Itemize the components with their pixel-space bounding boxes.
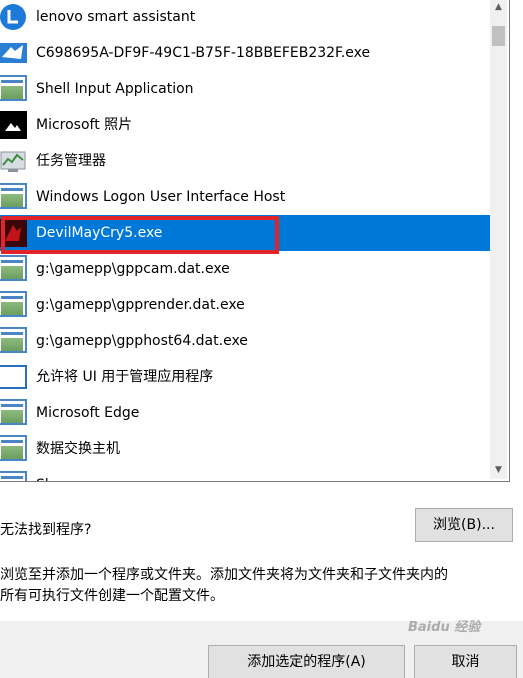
list-item-label: C698695A-DF9F-49C1-B75F-18BBEFEB232F.exe [36, 45, 371, 61]
task-manager-icon [0, 147, 27, 175]
description-line-2: 所有可执行文件创建一个配置文件。 [0, 588, 224, 604]
window-app-icon [0, 435, 27, 463]
list-item-label: g:\gamepp\gpprender.dat.exe [36, 297, 245, 313]
list-item-selected[interactable]: DevilMayCry5.exe [0, 215, 491, 251]
vertical-scrollbar[interactable]: ▲ ▼ [490, 0, 507, 479]
list-item-label: Microsoft 照片 [36, 117, 133, 133]
list-item-label: Sk [36, 467, 53, 481]
baidu-watermark: Baidu 经验 [408, 620, 481, 635]
app-logo-icon [0, 39, 27, 67]
list-item[interactable]: Microsoft Edge [0, 395, 491, 431]
window-app-icon [0, 399, 27, 427]
browse-button[interactable]: 浏览(B)... [415, 508, 513, 542]
cancel-button[interactable]: 取消 [414, 645, 517, 678]
scroll-thumb[interactable] [492, 26, 505, 46]
lenovo-assistant-icon [0, 3, 27, 31]
window-app-icon [0, 75, 27, 103]
list-item[interactable]: 数据交换主机 [0, 431, 491, 467]
list-item-label: 任务管理器 [36, 153, 106, 169]
cannot-find-program-label: 无法找到程序? [0, 522, 92, 538]
list-item[interactable]: 允许将 UI 用于管理应用程序 [0, 359, 491, 395]
window-app-icon [0, 291, 27, 319]
scroll-up-icon[interactable]: ▲ [490, 0, 507, 16]
add-selected-program-button[interactable]: 添加选定的程序(A) [208, 645, 405, 678]
list-item[interactable]: g:\gamepp\gpprender.dat.exe [0, 287, 491, 323]
list-item-label: g:\gamepp\gppcam.dat.exe [36, 261, 230, 277]
list-item-label: Windows Logon User Interface Host [36, 189, 286, 205]
list-item-label: 数据交换主机 [36, 441, 120, 457]
list-item[interactable]: Shell Input Application [0, 71, 491, 107]
photos-icon [0, 111, 27, 139]
list-item[interactable]: Microsoft 照片 [0, 107, 491, 143]
list-item-label: g:\gamepp\gpphost64.dat.exe [36, 333, 248, 349]
list-item-label: lenovo smart assistant [36, 9, 196, 25]
list-item[interactable]: lenovo smart assistant [0, 0, 491, 35]
window-app-icon [0, 471, 27, 481]
scroll-down-icon[interactable]: ▼ [490, 462, 507, 479]
window-app-icon [0, 327, 27, 355]
game-icon [0, 219, 27, 247]
list-item[interactable]: Windows Logon User Interface Host [0, 179, 491, 215]
list-item[interactable]: g:\gamepp\gpphost64.dat.exe [0, 323, 491, 359]
list-item[interactable]: 任务管理器 [0, 143, 491, 179]
list-item-label: DevilMayCry5.exe [36, 225, 163, 241]
window-app-icon [0, 183, 27, 211]
program-list[interactable]: lenovo smart assistant C698695A-DF9F-49C1… [0, 0, 510, 482]
list-item[interactable]: Sk [0, 467, 491, 481]
window-app-icon [0, 255, 27, 283]
description-line-1: 浏览至并添加一个程序或文件夹。添加文件夹将为文件夹和子文件夹内的 [0, 567, 448, 583]
browse-description: 浏览至并添加一个程序或文件夹。添加文件夹将为文件夹和子文件夹内的 所有可执行文件… [0, 565, 523, 607]
list-item-label: 允许将 UI 用于管理应用程序 [36, 369, 214, 385]
list-item[interactable]: g:\gamepp\gppcam.dat.exe [0, 251, 491, 287]
list-item-label: Shell Input Application [36, 81, 194, 97]
list-item-label: Microsoft Edge [36, 405, 140, 421]
list-item[interactable]: C698695A-DF9F-49C1-B75F-18BBEFEB232F.exe [0, 35, 491, 71]
blank-window-icon [0, 363, 27, 391]
